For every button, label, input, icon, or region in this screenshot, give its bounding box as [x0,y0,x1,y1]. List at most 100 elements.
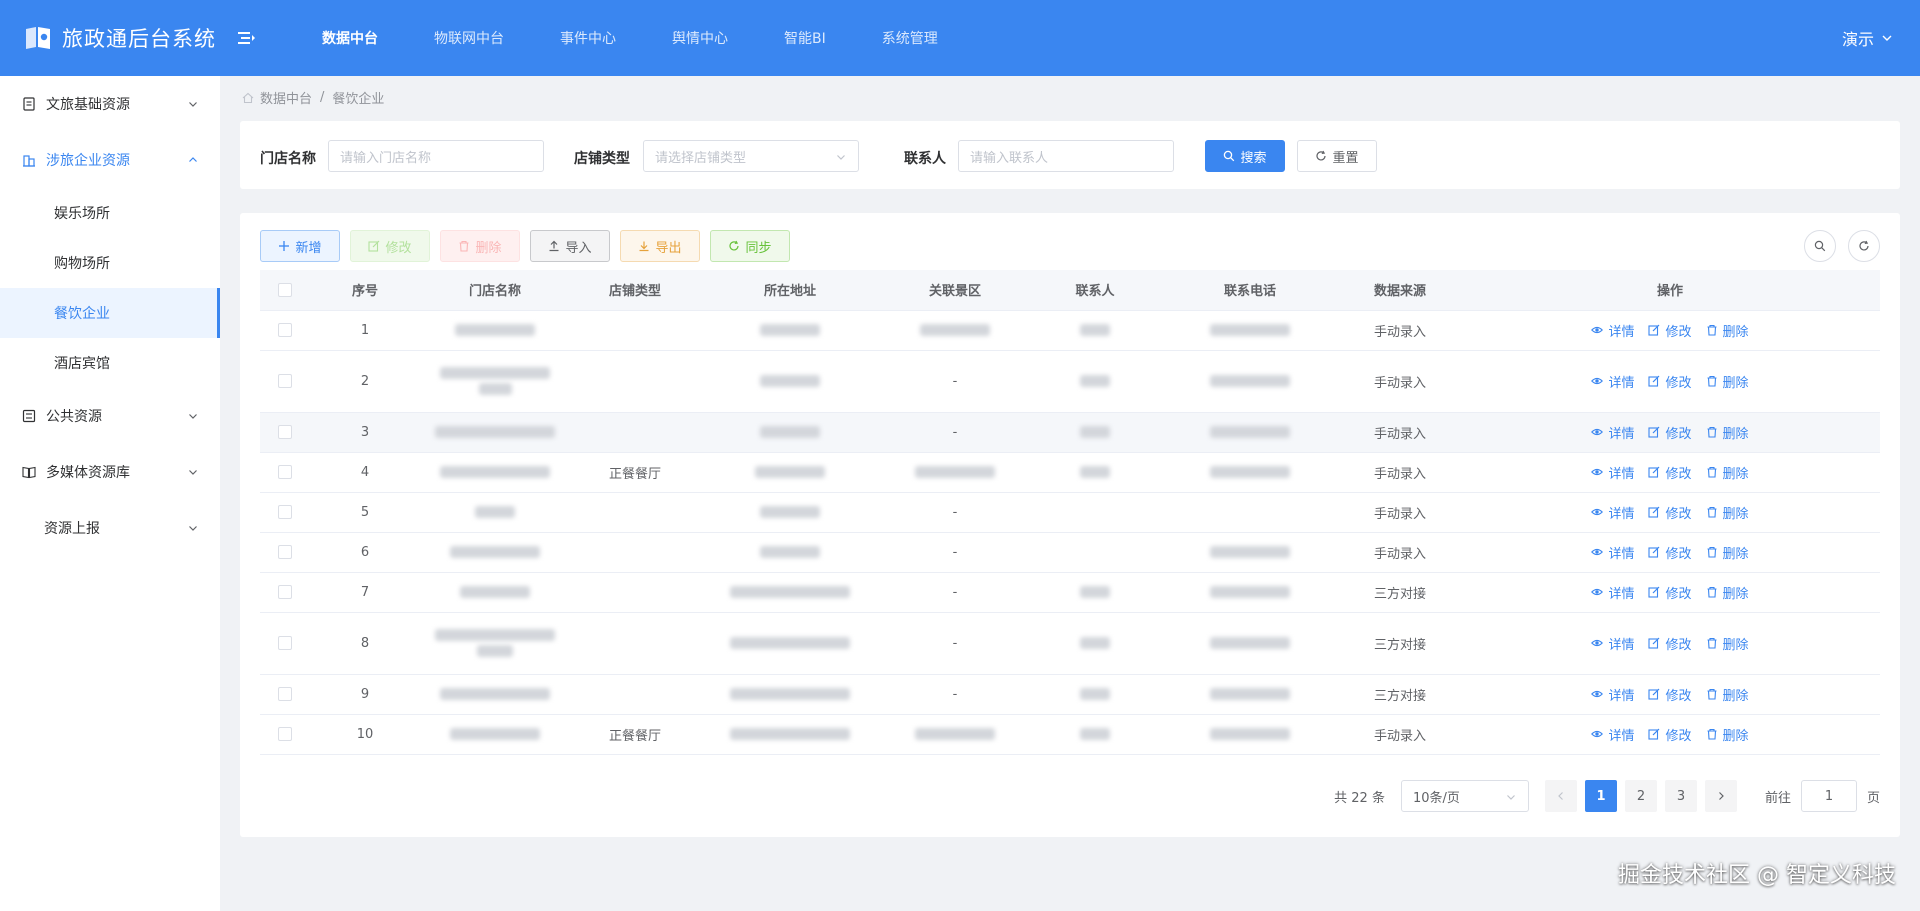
row-checkbox[interactable] [278,636,292,650]
sidebar-item-cultural-tourism-resources[interactable]: 文旅基础资源 [0,76,220,132]
delete-action[interactable]: 删除 [1706,685,1749,704]
contact-input[interactable]: 请输入联系人 [958,140,1174,172]
sync-button[interactable]: 同步 [710,230,790,262]
eye-icon [1591,639,1604,647]
delete-action[interactable]: 删除 [1706,583,1749,602]
add-button[interactable]: 新增 [260,230,340,262]
delete-action[interactable]: 删除 [1706,372,1749,391]
row-checkbox[interactable] [278,585,292,599]
edit-action[interactable]: 修改 [1648,463,1692,482]
edit-action[interactable]: 修改 [1648,725,1692,744]
user-menu[interactable]: 演示 [1842,0,1892,76]
delete-action[interactable]: 删除 [1706,725,1749,744]
sidebar-item-tourism-enterprise-resources[interactable]: 涉旅企业资源 [0,132,220,188]
page-2-button[interactable]: 2 [1624,780,1657,812]
toggle-search-button[interactable] [1804,230,1836,262]
nav-item-iot-platform[interactable]: 物联网中台 [406,0,532,76]
reset-button[interactable]: 重置 [1297,140,1377,172]
delete-action[interactable]: 删除 [1706,463,1749,482]
row-checkbox[interactable] [278,505,292,519]
row-checkbox[interactable] [278,545,292,559]
eye-icon [1591,508,1604,516]
import-button[interactable]: 导入 [530,230,610,262]
edit-action-label: 修改 [1665,466,1692,482]
delete-action[interactable]: 删除 [1706,321,1749,340]
detail-action[interactable]: 详情 [1591,321,1634,340]
cell-phone [1160,452,1340,493]
edit-action[interactable]: 修改 [1648,372,1692,391]
detail-action[interactable]: 详情 [1591,503,1634,522]
sidebar-item-public-resources[interactable]: 公共资源 [0,388,220,444]
chevron-down-icon [189,470,197,475]
nav-item-data-platform[interactable]: 数据中台 [294,0,406,76]
detail-action[interactable]: 详情 [1591,463,1634,482]
edit-action[interactable]: 修改 [1648,543,1692,562]
edit-action[interactable]: 修改 [1648,685,1692,704]
edit-action[interactable]: 修改 [1648,583,1692,602]
delete-action[interactable]: 删除 [1706,543,1749,562]
edit-action[interactable]: 修改 [1648,321,1692,340]
row-checkbox[interactable] [278,465,292,479]
row-select-cell [260,714,310,755]
cell-store-name [420,532,570,573]
cell-index: 7 [310,572,420,613]
detail-action[interactable]: 详情 [1591,423,1634,442]
sidebar-subitem-catering[interactable]: 餐饮企业 [0,288,220,338]
sidebar-subitem-hotels[interactable]: 酒店宾馆 [0,338,220,388]
edit-action[interactable]: 修改 [1648,503,1692,522]
search-button[interactable]: 搜索 [1205,140,1285,172]
cell-address [700,674,880,715]
edit-button[interactable]: 修改 [350,230,430,262]
select-all-checkbox[interactable] [278,282,292,297]
detail-action[interactable]: 详情 [1591,725,1634,744]
nav-item-event-center[interactable]: 事件中心 [532,0,644,76]
sidebar-item-resource-report[interactable]: 资源上报 [0,500,220,556]
detail-action[interactable]: 详情 [1591,685,1634,704]
detail-action[interactable]: 详情 [1591,634,1634,653]
detail-action[interactable]: 详情 [1591,543,1634,562]
breadcrumb-item[interactable]: 数据中台 [260,88,312,107]
cell-contact [1030,612,1160,675]
refresh-table-button[interactable] [1848,230,1880,262]
cell-index: 1 [310,310,420,351]
nav-item-smart-bi[interactable]: 智能BI [756,0,854,76]
export-button[interactable]: 导出 [620,230,700,262]
home-icon [242,92,254,103]
page-1-button[interactable]: 1 [1584,780,1617,812]
sidebar-item-media-library[interactable]: 多媒体资源库 [0,444,220,500]
sidebar-subitem-shopping[interactable]: 购物场所 [0,238,220,288]
page-3-button[interactable]: 3 [1664,780,1697,812]
edit-action[interactable]: 修改 [1648,634,1692,653]
detail-action[interactable]: 详情 [1591,583,1634,602]
cell-store-name [420,674,570,715]
store-name-input[interactable]: 请输入门店名称 [328,140,544,172]
delete-action[interactable]: 删除 [1706,634,1749,653]
row-checkbox[interactable] [278,425,292,439]
page-size-select[interactable]: 10条/页 [1400,780,1529,812]
row-checkbox[interactable] [278,727,292,741]
prev-page-button[interactable] [1544,780,1577,812]
cell-actions: 详情 修改 删除 [1460,310,1880,351]
next-page-button[interactable] [1704,780,1737,812]
delete-action[interactable]: 删除 [1706,503,1749,522]
delete-action[interactable]: 删除 [1706,423,1749,442]
cell-address [700,310,880,351]
cell-address [700,612,880,675]
cell-contact [1030,452,1160,493]
store-type-select[interactable]: 请选择店铺类型 [643,140,859,172]
nav-item-system-management[interactable]: 系统管理 [854,0,966,76]
cell-index: 2 [310,350,420,413]
cell-data-source: 手动录入 [1340,452,1460,493]
goto-page-input[interactable]: 1 [1800,780,1857,812]
detail-action[interactable]: 详情 [1591,372,1634,391]
menu-toggle-icon[interactable] [236,28,256,48]
row-checkbox[interactable] [278,687,292,701]
edit-action[interactable]: 修改 [1648,423,1692,442]
row-checkbox[interactable] [278,374,292,388]
cell-data-source: 三方对接 [1340,612,1460,675]
table-row: 5 - 手动录入 详情 修改 删除 [260,492,1880,533]
sidebar-subitem-entertainment[interactable]: 娱乐场所 [0,188,220,238]
delete-button[interactable]: 删除 [440,230,520,262]
row-checkbox[interactable] [278,323,292,337]
nav-item-sentiment-center[interactable]: 舆情中心 [644,0,756,76]
